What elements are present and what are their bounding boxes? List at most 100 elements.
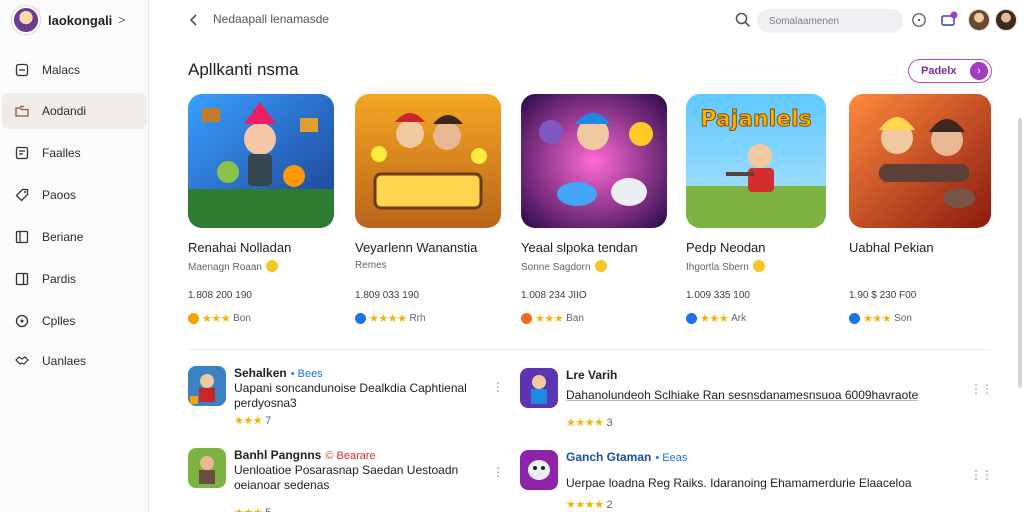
- app-stats: 1.009 335 100: [686, 290, 750, 301]
- rating-text: Bon: [233, 313, 251, 324]
- sidebar-item-label: Beriane: [42, 230, 84, 244]
- pill-button[interactable]: Padelx ›: [908, 59, 992, 83]
- app-stats: 1.90 $ 230 F00: [849, 290, 917, 301]
- list-item[interactable]: Sehalken • Bees Uapani soncandunoise Deal…: [188, 366, 498, 436]
- list-item-rating: ★★★★ 2: [566, 498, 613, 511]
- star-rating-icon: ★★★: [700, 313, 729, 325]
- avatar[interactable]: [995, 9, 1017, 31]
- list-thumbnail: [520, 368, 558, 408]
- arrow-right-icon: ›: [970, 62, 988, 80]
- app-artwork: Pajanlels: [686, 94, 826, 228]
- badge-icon: [521, 313, 532, 324]
- app-artwork: [521, 94, 667, 228]
- list-item[interactable]: Ganch Gtaman • Eeas Uerpae loadna Reg Rai…: [520, 450, 940, 512]
- sidebar-item-3[interactable]: Paoos: [2, 177, 146, 213]
- notification-icon[interactable]: [939, 10, 959, 30]
- app-stats: 1.808 200 190: [188, 290, 252, 301]
- list-item-rating: ★★★★ 3: [566, 416, 613, 429]
- star-rating-icon: ★★★: [234, 415, 263, 427]
- sidebar-item-2[interactable]: Faalles: [2, 135, 146, 171]
- sidebar-item-label: Pardis: [42, 272, 77, 286]
- sidebar-item-label: Faalles: [42, 146, 81, 160]
- section-title: Apllkanti nsma: [188, 60, 299, 79]
- rating-count: 2: [606, 499, 613, 511]
- back-arrow-icon[interactable]: [185, 11, 203, 29]
- rating-text: Ban: [566, 313, 584, 324]
- topbar: Nedaapall lenamasde: [149, 0, 1024, 40]
- list-title-text: Banhl Pangnns: [234, 448, 322, 462]
- sidebar-item-label: Uanlaes: [42, 354, 87, 368]
- sidebar-item-label: Malacs: [42, 63, 81, 77]
- app-title: Renahai Nolladan: [188, 240, 292, 255]
- badge-icon: [355, 313, 366, 324]
- rating-count: 3: [606, 417, 613, 429]
- list-tag: • Eeas: [655, 452, 688, 464]
- breadcrumb: Nedaapall lenamasde: [213, 12, 330, 26]
- handshake-icon: [2, 353, 42, 369]
- rating-count: 5: [265, 507, 271, 512]
- list-tag: • Bees: [290, 368, 323, 380]
- chevron-right-icon: >: [118, 13, 126, 27]
- sidebar-item-0[interactable]: Malacs: [2, 52, 146, 88]
- scrollbar[interactable]: [1018, 118, 1022, 388]
- rating-text: Son: [894, 313, 912, 324]
- app-title: Yeaal slpoka tendan: [521, 240, 638, 255]
- app-card[interactable]: Pajanlels Pedp Neodan Ihgortla Sbern 1.0…: [686, 94, 826, 325]
- more-options-icon[interactable]: ⋮: [492, 465, 504, 479]
- smile-icon: [752, 260, 765, 272]
- search-icon[interactable]: [734, 11, 752, 29]
- info-icon[interactable]: [909, 10, 929, 30]
- app-title: Uabhal Pekian: [849, 240, 934, 255]
- list-item-description: Uenloatioe Posarasnap Saedan Uestoadn oe…: [234, 463, 459, 492]
- star-rating-icon: ★★★★: [566, 499, 604, 511]
- star-rating-icon: ★★★: [535, 313, 564, 325]
- grid-icon: [2, 271, 42, 287]
- list-item-description: Dahanolundeoh Sclhiake Ran sesnsdanamesn…: [566, 388, 919, 402]
- rating-text: Ark: [731, 313, 747, 324]
- list-item[interactable]: Banhl Pangnns © Bearare Uenloatioe Posara…: [188, 448, 498, 512]
- svg-text:Pajanlels: Pajanlels: [700, 107, 812, 132]
- app-title: Veyarlenn Wananstia: [355, 240, 478, 255]
- app-stats: 1.008 234 JIIO: [521, 290, 587, 301]
- app-card[interactable]: Renahai Nolladan Maenagn Roaan 1.808 200…: [188, 94, 334, 325]
- app-window: laokongali > Malacs Aodandi Faalles Paoo…: [0, 0, 1024, 512]
- star-rating-icon: ★★★: [202, 313, 231, 325]
- search-input[interactable]: [757, 9, 903, 33]
- list-item-rating: ★★★ 7: [234, 414, 271, 427]
- more-options-icon[interactable]: ⋮⋮: [970, 468, 993, 482]
- app-card[interactable]: Veyarlenn Wananstia Remes 1.809 033 190 …: [355, 94, 501, 325]
- sidebar-item-1[interactable]: Aodandi: [2, 93, 146, 129]
- app-title: Pedp Neodan: [686, 240, 766, 255]
- app-card[interactable]: Uabhal Pekian 1.90 $ 230 F00 ★★★ Son: [849, 94, 991, 325]
- list-item[interactable]: Lre Varih Dahanolundeoh Sclhiake Ran ses…: [520, 368, 940, 438]
- avatar[interactable]: [968, 9, 990, 31]
- app-subtitle-text: Maenagn Roaan: [188, 262, 262, 273]
- more-options-icon[interactable]: ⋮⋮: [970, 382, 993, 396]
- compass-icon: [2, 313, 42, 329]
- sidebar-item-4[interactable]: Beriane: [2, 219, 146, 255]
- app-subtitle-text: Sonne Sagdorn: [521, 262, 591, 273]
- brand-switcher[interactable]: laokongali >: [12, 6, 142, 34]
- star-rating-icon: ★★★★: [369, 313, 407, 325]
- pill-button-label: Padelx: [921, 65, 957, 77]
- app-rating: ★★★★ Rrh: [355, 312, 426, 325]
- package-icon: [2, 62, 42, 78]
- app-stats: 1.809 033 190: [355, 290, 419, 301]
- more-options-icon[interactable]: ⋮: [492, 380, 504, 394]
- smile-icon: [594, 260, 607, 272]
- star-rating-icon: ★★★: [234, 507, 263, 512]
- app-subtitle: Ihgortla Sbern: [686, 260, 765, 273]
- app-subtitle-text: Ihgortla Sbern: [686, 262, 749, 273]
- star-rating-icon: ★★★★: [566, 417, 604, 429]
- sidebar-item-7[interactable]: Uanlaes: [2, 343, 146, 379]
- list-tag: © Bearare: [325, 450, 376, 462]
- sidebar-item-6[interactable]: Cplles: [2, 303, 146, 339]
- list-item-title: Sehalken • Bees: [234, 366, 323, 380]
- app-artwork: [849, 94, 991, 228]
- app-card[interactable]: Yeaal slpoka tendan Sonne Sagdorn 1.008 …: [521, 94, 667, 325]
- app-rating: ★★★ Ark: [686, 312, 746, 325]
- app-subtitle: Sonne Sagdorn: [521, 260, 607, 273]
- app-rating: ★★★ Son: [849, 312, 912, 325]
- list-thumbnail: [188, 448, 226, 488]
- sidebar-item-5[interactable]: Pardis: [2, 261, 146, 297]
